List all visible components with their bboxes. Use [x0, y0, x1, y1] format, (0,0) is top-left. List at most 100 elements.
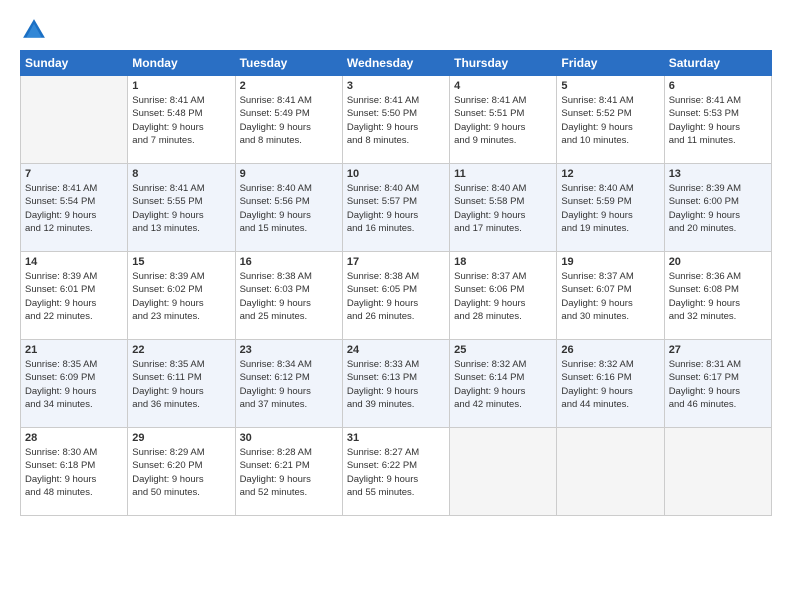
cell-content: Sunrise: 8:39 AM Sunset: 6:00 PM Dayligh… — [669, 183, 741, 234]
week-row-2: 7 Sunrise: 8:41 AM Sunset: 5:54 PM Daylig… — [21, 164, 772, 252]
calendar-cell: 8 Sunrise: 8:41 AM Sunset: 5:55 PM Daylig… — [128, 164, 235, 252]
cell-content: Sunrise: 8:35 AM Sunset: 6:09 PM Dayligh… — [25, 359, 97, 410]
day-number: 10 — [347, 168, 445, 180]
calendar-cell: 27 Sunrise: 8:31 AM Sunset: 6:17 PM Dayli… — [664, 340, 771, 428]
cell-content: Sunrise: 8:32 AM Sunset: 6:14 PM Dayligh… — [454, 359, 526, 410]
day-number: 21 — [25, 344, 123, 356]
calendar-cell: 1 Sunrise: 8:41 AM Sunset: 5:48 PM Daylig… — [128, 76, 235, 164]
calendar-table: SundayMondayTuesdayWednesdayThursdayFrid… — [20, 50, 772, 516]
cell-content: Sunrise: 8:40 AM Sunset: 5:58 PM Dayligh… — [454, 183, 526, 234]
calendar-cell — [450, 428, 557, 516]
page: SundayMondayTuesdayWednesdayThursdayFrid… — [0, 0, 792, 612]
day-number: 5 — [561, 80, 659, 92]
cell-content: Sunrise: 8:40 AM Sunset: 5:56 PM Dayligh… — [240, 183, 312, 234]
cell-content: Sunrise: 8:27 AM Sunset: 6:22 PM Dayligh… — [347, 447, 419, 498]
cell-content: Sunrise: 8:39 AM Sunset: 6:01 PM Dayligh… — [25, 271, 97, 322]
cell-content: Sunrise: 8:41 AM Sunset: 5:55 PM Dayligh… — [132, 183, 204, 234]
day-number: 26 — [561, 344, 659, 356]
day-number: 20 — [669, 256, 767, 268]
col-header-tuesday: Tuesday — [235, 51, 342, 76]
day-number: 6 — [669, 80, 767, 92]
cell-content: Sunrise: 8:39 AM Sunset: 6:02 PM Dayligh… — [132, 271, 204, 322]
day-number: 24 — [347, 344, 445, 356]
day-number: 11 — [454, 168, 552, 180]
day-number: 1 — [132, 80, 230, 92]
day-number: 27 — [669, 344, 767, 356]
day-number: 7 — [25, 168, 123, 180]
calendar-cell: 9 Sunrise: 8:40 AM Sunset: 5:56 PM Daylig… — [235, 164, 342, 252]
calendar-cell: 15 Sunrise: 8:39 AM Sunset: 6:02 PM Dayli… — [128, 252, 235, 340]
cell-content: Sunrise: 8:34 AM Sunset: 6:12 PM Dayligh… — [240, 359, 312, 410]
calendar-cell: 21 Sunrise: 8:35 AM Sunset: 6:09 PM Dayli… — [21, 340, 128, 428]
calendar-cell: 7 Sunrise: 8:41 AM Sunset: 5:54 PM Daylig… — [21, 164, 128, 252]
header-row: SundayMondayTuesdayWednesdayThursdayFrid… — [21, 51, 772, 76]
day-number: 30 — [240, 432, 338, 444]
logo — [20, 16, 52, 44]
cell-content: Sunrise: 8:41 AM Sunset: 5:51 PM Dayligh… — [454, 95, 526, 146]
cell-content: Sunrise: 8:29 AM Sunset: 6:20 PM Dayligh… — [132, 447, 204, 498]
week-row-1: 1 Sunrise: 8:41 AM Sunset: 5:48 PM Daylig… — [21, 76, 772, 164]
calendar-cell: 13 Sunrise: 8:39 AM Sunset: 6:00 PM Dayli… — [664, 164, 771, 252]
cell-content: Sunrise: 8:40 AM Sunset: 5:57 PM Dayligh… — [347, 183, 419, 234]
calendar-cell: 16 Sunrise: 8:38 AM Sunset: 6:03 PM Dayli… — [235, 252, 342, 340]
cell-content: Sunrise: 8:36 AM Sunset: 6:08 PM Dayligh… — [669, 271, 741, 322]
day-number: 25 — [454, 344, 552, 356]
header — [20, 16, 772, 44]
cell-content: Sunrise: 8:41 AM Sunset: 5:53 PM Dayligh… — [669, 95, 741, 146]
col-header-sunday: Sunday — [21, 51, 128, 76]
calendar-cell: 25 Sunrise: 8:32 AM Sunset: 6:14 PM Dayli… — [450, 340, 557, 428]
calendar-cell: 31 Sunrise: 8:27 AM Sunset: 6:22 PM Dayli… — [342, 428, 449, 516]
cell-content: Sunrise: 8:30 AM Sunset: 6:18 PM Dayligh… — [25, 447, 97, 498]
day-number: 13 — [669, 168, 767, 180]
cell-content: Sunrise: 8:41 AM Sunset: 5:49 PM Dayligh… — [240, 95, 312, 146]
cell-content: Sunrise: 8:41 AM Sunset: 5:52 PM Dayligh… — [561, 95, 633, 146]
calendar-cell: 17Sunrise: 8:38 AM Sunset: 6:05 PM Dayli… — [342, 252, 449, 340]
cell-content: Sunrise: 8:37 AM Sunset: 6:07 PM Dayligh… — [561, 271, 633, 322]
cell-content: Sunrise: 8:31 AM Sunset: 6:17 PM Dayligh… — [669, 359, 741, 410]
day-number: 15 — [132, 256, 230, 268]
calendar-cell — [21, 76, 128, 164]
day-number: 8 — [132, 168, 230, 180]
week-row-4: 21 Sunrise: 8:35 AM Sunset: 6:09 PM Dayli… — [21, 340, 772, 428]
calendar-cell: 30 Sunrise: 8:28 AM Sunset: 6:21 PM Dayli… — [235, 428, 342, 516]
day-number: 3 — [347, 80, 445, 92]
week-row-3: 14Sunrise: 8:39 AM Sunset: 6:01 PM Dayli… — [21, 252, 772, 340]
day-number: 31 — [347, 432, 445, 444]
calendar-cell: 12Sunrise: 8:40 AM Sunset: 5:59 PM Dayli… — [557, 164, 664, 252]
calendar-cell: 2Sunrise: 8:41 AM Sunset: 5:49 PM Daylig… — [235, 76, 342, 164]
day-number: 29 — [132, 432, 230, 444]
cell-content: Sunrise: 8:33 AM Sunset: 6:13 PM Dayligh… — [347, 359, 419, 410]
calendar-cell: 29 Sunrise: 8:29 AM Sunset: 6:20 PM Dayli… — [128, 428, 235, 516]
calendar-cell: 3Sunrise: 8:41 AM Sunset: 5:50 PM Daylig… — [342, 76, 449, 164]
week-row-5: 28Sunrise: 8:30 AM Sunset: 6:18 PM Dayli… — [21, 428, 772, 516]
day-number: 9 — [240, 168, 338, 180]
calendar-cell: 5 Sunrise: 8:41 AM Sunset: 5:52 PM Daylig… — [557, 76, 664, 164]
cell-content: Sunrise: 8:38 AM Sunset: 6:03 PM Dayligh… — [240, 271, 312, 322]
calendar-cell: 19 Sunrise: 8:37 AM Sunset: 6:07 PM Dayli… — [557, 252, 664, 340]
calendar-cell: 28Sunrise: 8:30 AM Sunset: 6:18 PM Dayli… — [21, 428, 128, 516]
calendar-cell: 24 Sunrise: 8:33 AM Sunset: 6:13 PM Dayli… — [342, 340, 449, 428]
day-number: 19 — [561, 256, 659, 268]
calendar-cell: 11 Sunrise: 8:40 AM Sunset: 5:58 PM Dayli… — [450, 164, 557, 252]
cell-content: Sunrise: 8:41 AM Sunset: 5:54 PM Dayligh… — [25, 183, 97, 234]
calendar-cell — [664, 428, 771, 516]
cell-content: Sunrise: 8:40 AM Sunset: 5:59 PM Dayligh… — [561, 183, 633, 234]
cell-content: Sunrise: 8:37 AM Sunset: 6:06 PM Dayligh… — [454, 271, 526, 322]
calendar-cell: 20 Sunrise: 8:36 AM Sunset: 6:08 PM Dayli… — [664, 252, 771, 340]
day-number: 16 — [240, 256, 338, 268]
calendar-cell: 23 Sunrise: 8:34 AM Sunset: 6:12 PM Dayli… — [235, 340, 342, 428]
col-header-saturday: Saturday — [664, 51, 771, 76]
day-number: 22 — [132, 344, 230, 356]
day-number: 23 — [240, 344, 338, 356]
cell-content: Sunrise: 8:38 AM Sunset: 6:05 PM Dayligh… — [347, 271, 419, 322]
cell-content: Sunrise: 8:32 AM Sunset: 6:16 PM Dayligh… — [561, 359, 633, 410]
cell-content: Sunrise: 8:28 AM Sunset: 6:21 PM Dayligh… — [240, 447, 312, 498]
col-header-wednesday: Wednesday — [342, 51, 449, 76]
cell-content: Sunrise: 8:41 AM Sunset: 5:48 PM Dayligh… — [132, 95, 204, 146]
calendar-cell: 22Sunrise: 8:35 AM Sunset: 6:11 PM Dayli… — [128, 340, 235, 428]
calendar-cell: 6 Sunrise: 8:41 AM Sunset: 5:53 PM Daylig… — [664, 76, 771, 164]
col-header-thursday: Thursday — [450, 51, 557, 76]
col-header-friday: Friday — [557, 51, 664, 76]
calendar-cell: 18Sunrise: 8:37 AM Sunset: 6:06 PM Dayli… — [450, 252, 557, 340]
logo-icon — [20, 16, 48, 44]
